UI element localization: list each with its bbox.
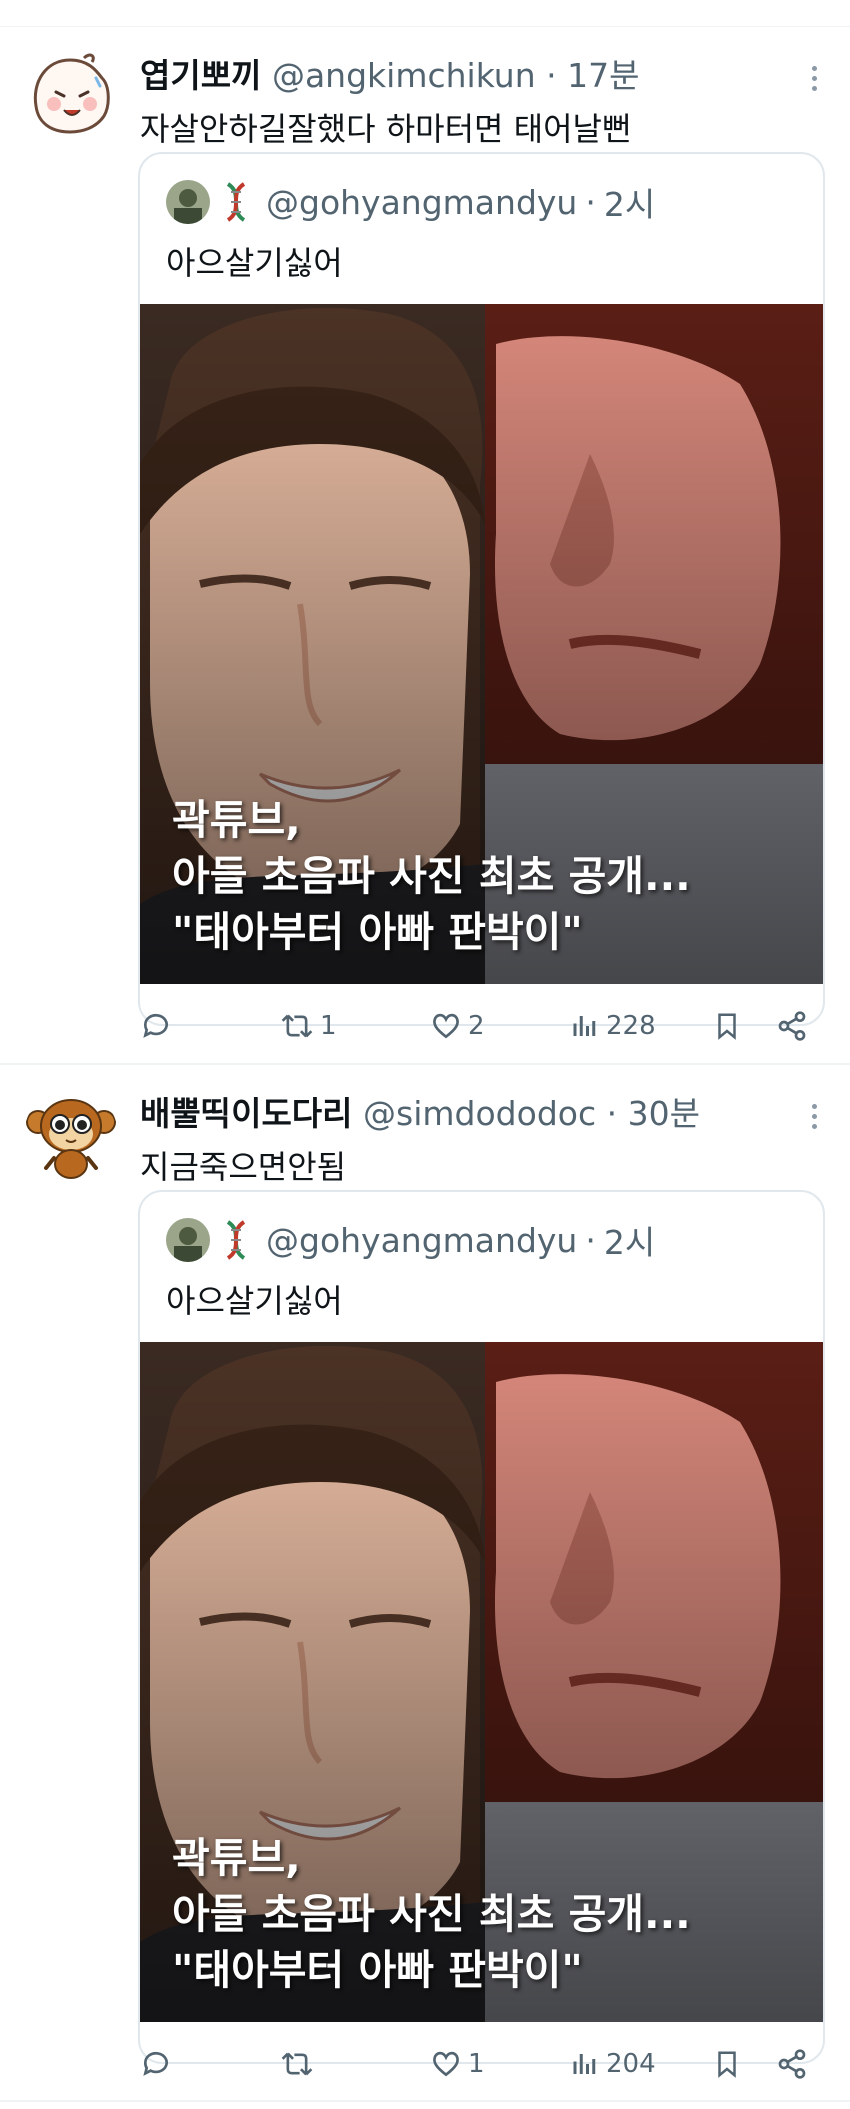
tweet-header: 엽기뽀끼 @angkimchikun · 17분 [140, 56, 790, 96]
view-count: 204 [606, 2049, 656, 2079]
retweet-button[interactable] [280, 2042, 320, 2086]
quoted-tweet[interactable]: @gohyangmandyu · 2시 아으살기싫어 곽튜브, 아들 초음파 사… [138, 152, 825, 1026]
dna-emoji-icon [222, 1218, 250, 1262]
quoted-text: 아으살기싫어 [166, 1282, 343, 1320]
more-icon[interactable] [810, 66, 820, 94]
retweet-button[interactable]: 1 [280, 1004, 337, 1048]
reply-button[interactable] [140, 1004, 178, 1048]
caption-line: 아들 초음파 사진 최초 공개... [172, 852, 691, 900]
retweet-count: 1 [320, 1011, 337, 1041]
bookmark-button[interactable] [712, 2042, 742, 2086]
user-handle[interactable]: @simdododoc [363, 1094, 596, 1133]
timestamp[interactable]: 17분 [567, 56, 639, 95]
quoted-avatar [166, 1218, 210, 1262]
like-count: 1 [468, 2049, 485, 2079]
top-divider [0, 26, 850, 27]
views-icon [573, 2054, 596, 2074]
reply-button[interactable] [140, 2042, 178, 2086]
quoted-timestamp: 2시 [603, 185, 656, 224]
reply-icon [143, 2051, 168, 2076]
dna-emoji-icon [222, 180, 250, 224]
like-count: 2 [468, 1011, 485, 1041]
quoted-tweet[interactable]: @gohyangmandyu · 2시 아으살기싫어 곽튜브, 아들 초음파 사… [138, 1190, 825, 2064]
bookmark-icon [718, 1013, 736, 1040]
tweet[interactable]: 배뿔띡이도다리 @simdododoc · 30분 지금죽으면안됨 @gohya… [0, 1078, 850, 2098]
caption-line: "태아부터 아빠 판박이" [172, 1946, 583, 1994]
like-button[interactable]: 2 [430, 1004, 485, 1048]
quoted-media-image[interactable]: 곽튜브, 아들 초음파 사진 최초 공개... "태아부터 아빠 판박이" [140, 1342, 823, 2022]
retweet-icon [281, 1014, 313, 1038]
display-name[interactable]: 엽기뽀끼 [140, 56, 261, 95]
separator-dot: · [585, 182, 596, 222]
views-button[interactable]: 228 [570, 1004, 656, 1048]
share-button[interactable] [776, 1004, 808, 1048]
quoted-handle[interactable]: @gohyangmandyu [266, 183, 577, 222]
separator-dot: · [606, 1094, 618, 1133]
views-button[interactable]: 204 [570, 2042, 656, 2086]
caption-line: "태아부터 아빠 판박이" [172, 908, 583, 956]
like-icon [433, 2051, 459, 2077]
quoted-tweet-header: @gohyangmandyu · 2시 [166, 1218, 655, 1262]
caption-line: 곽튜브, [172, 1834, 301, 1882]
tweet[interactable]: 엽기뽀끼 @angkimchikun · 17분 자살안하길잘했다 하마터면 태… [0, 40, 850, 1060]
avatar[interactable] [24, 48, 118, 142]
quoted-tweet-header: @gohyangmandyu · 2시 [166, 180, 655, 224]
reply-icon [143, 1013, 168, 1038]
tweet-divider [0, 2100, 850, 2102]
bookmark-icon [718, 2051, 736, 2078]
tweet-divider [0, 1063, 850, 1065]
tweet-actions: 1 204 [140, 2042, 820, 2086]
share-button[interactable] [776, 2042, 808, 2086]
user-handle[interactable]: @angkimchikun [272, 56, 536, 95]
bookmark-button[interactable] [712, 1004, 742, 1048]
separator-dot: · [585, 1220, 596, 1260]
share-icon [778, 1011, 806, 1041]
separator-dot: · [546, 56, 557, 95]
caption-line: 곽튜브, [172, 796, 301, 844]
tweet-text: 지금죽으면안됨 [140, 1148, 347, 1186]
like-icon [433, 1013, 459, 1039]
retweet-icon [281, 2052, 313, 2076]
tweet-text: 자살안하길잘했다 하마터면 태어날뻔 [140, 110, 632, 148]
share-icon [778, 2049, 806, 2079]
like-button[interactable]: 1 [430, 2042, 485, 2086]
quoted-avatar [166, 180, 210, 224]
quoted-media-image[interactable]: 곽튜브, 아들 초음파 사진 최초 공개... "태아부터 아빠 판박이" [140, 304, 823, 984]
quoted-handle[interactable]: @gohyangmandyu [266, 1221, 577, 1260]
quoted-text: 아으살기싫어 [166, 244, 343, 282]
display-name[interactable]: 배뿔띡이도다리 [140, 1094, 353, 1133]
tweet-header: 배뿔띡이도다리 @simdododoc · 30분 [140, 1094, 790, 1134]
quoted-timestamp: 2시 [603, 1223, 656, 1262]
more-icon[interactable] [810, 1104, 820, 1132]
views-icon [573, 1016, 596, 1036]
avatar[interactable] [24, 1088, 118, 1182]
timestamp[interactable]: 30분 [628, 1094, 700, 1133]
view-count: 228 [606, 1011, 656, 1041]
tweet-actions: 1 2 228 [140, 1004, 820, 1048]
caption-line: 아들 초음파 사진 최초 공개... [172, 1890, 691, 1938]
